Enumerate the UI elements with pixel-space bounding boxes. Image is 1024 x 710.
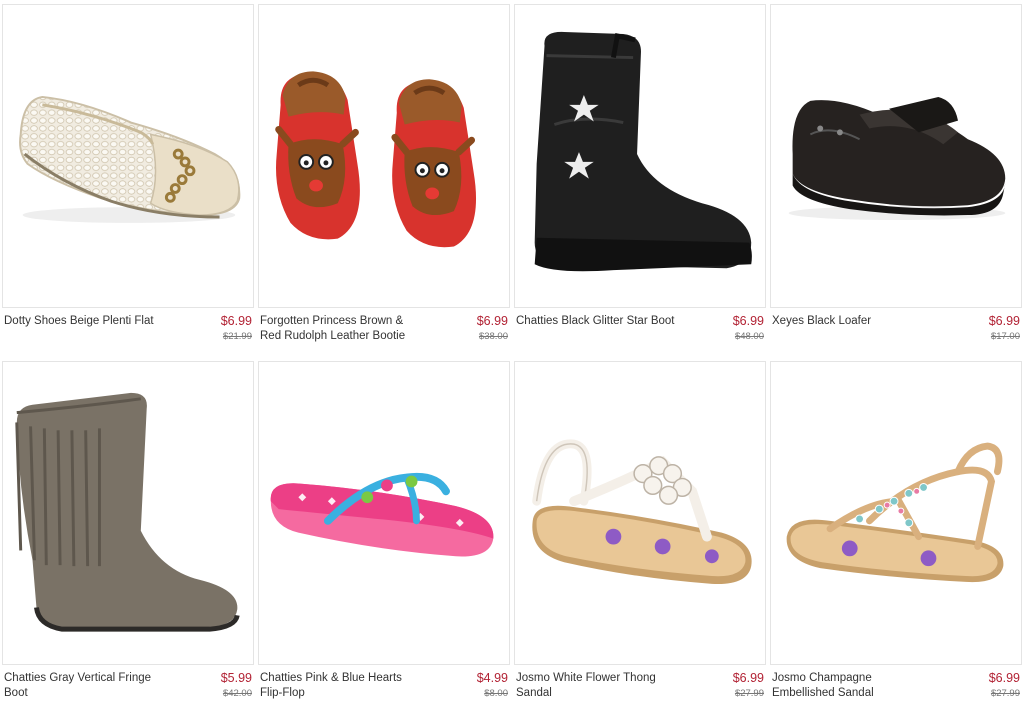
product-card[interactable]: Chatties Black Glitter Star Boot $6.99 $… (512, 0, 768, 357)
white-flower-sandal-icon (532, 439, 752, 585)
original-price: $17.00 (990, 331, 1020, 342)
product-name[interactable]: Chatties Black Glitter Star Boot (516, 314, 676, 344)
original-price: $42.00 (222, 688, 252, 699)
product-image[interactable] (2, 361, 254, 665)
gray-fringe-boot-icon (15, 392, 240, 632)
beige-flat-shoe-icon (19, 95, 241, 223)
sale-price: $6.99 (988, 314, 1020, 328)
sale-price: $4.99 (476, 671, 508, 685)
product-card[interactable]: Josmo Champagne Embellished Sandal $6.99… (768, 357, 1024, 710)
product-card[interactable]: Josmo White Flower Thong Sandal $6.99 $2… (512, 357, 768, 710)
product-name[interactable]: Chatties Gray Vertical Fringe Boot (4, 671, 164, 701)
product-image[interactable] (770, 361, 1022, 665)
original-price: $27.99 (734, 688, 764, 699)
champagne-sandal-icon (786, 442, 1004, 583)
product-name[interactable]: Josmo Champagne Embellished Sandal (772, 671, 932, 701)
product-card[interactable]: Xeyes Black Loafer $6.99 $17.00 (768, 0, 1024, 357)
product-card[interactable]: Dotty Shoes Beige Plenti Flat $6.99 $21.… (0, 0, 256, 357)
black-loafer-icon (788, 96, 1006, 220)
original-price: $27.99 (990, 688, 1020, 699)
product-card[interactable]: Forgotten Princess Brown & Red Rudolph L… (256, 0, 512, 357)
original-price: $38.00 (478, 331, 508, 342)
sale-price: $6.99 (220, 314, 252, 328)
product-card[interactable]: Chatties Gray Vertical Fringe Boot $5.99… (0, 357, 256, 710)
product-image[interactable] (258, 361, 510, 665)
original-price: $8.00 (484, 688, 508, 699)
product-name[interactable]: Xeyes Black Loafer (772, 314, 932, 344)
product-image[interactable] (514, 361, 766, 665)
product-image[interactable] (258, 4, 510, 308)
sale-price: $6.99 (732, 314, 764, 328)
original-price: $48.00 (734, 331, 764, 342)
product-image[interactable] (2, 4, 254, 308)
original-price: $21.99 (222, 331, 252, 342)
pink-flip-flop-icon (270, 472, 494, 557)
black-star-boot-icon (534, 31, 752, 272)
product-image[interactable] (514, 4, 766, 308)
sale-price: $6.99 (988, 671, 1020, 685)
product-image[interactable] (770, 4, 1022, 308)
product-grid: Dotty Shoes Beige Plenti Flat $6.99 $21.… (0, 0, 1024, 710)
sale-price: $6.99 (732, 671, 764, 685)
product-name[interactable]: Dotty Shoes Beige Plenti Flat (4, 314, 164, 344)
sale-price: $6.99 (476, 314, 508, 328)
reindeer-bootie-icon (275, 71, 477, 248)
product-name[interactable]: Josmo White Flower Thong Sandal (516, 671, 676, 701)
product-name[interactable]: Forgotten Princess Brown & Red Rudolph L… (260, 314, 420, 344)
product-card[interactable]: Chatties Pink & Blue Hearts Flip-Flop $4… (256, 357, 512, 710)
product-name[interactable]: Chatties Pink & Blue Hearts Flip-Flop (260, 671, 420, 701)
sale-price: $5.99 (220, 671, 252, 685)
